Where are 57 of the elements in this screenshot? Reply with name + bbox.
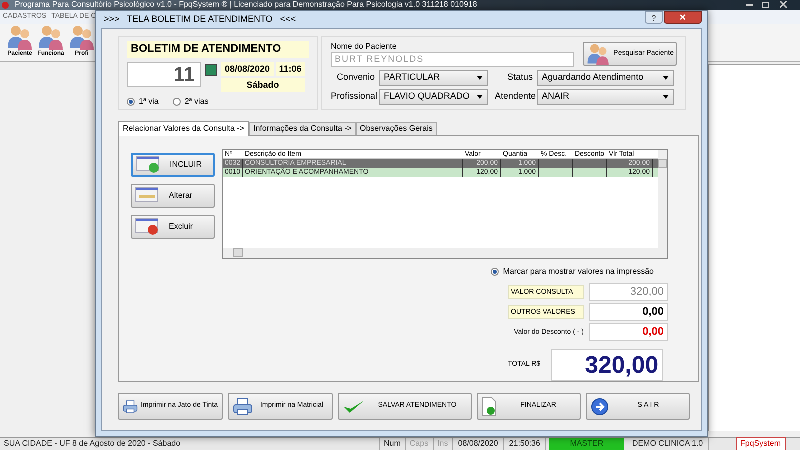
document-check-icon — [482, 396, 498, 416]
field-label: Nome do Paciente — [331, 42, 398, 52]
status-key: Num — [380, 438, 406, 450]
people-icon — [37, 24, 65, 50]
close-button[interactable]: × — [664, 11, 702, 24]
form-heading: BOLETIM DE ATENDIMENTO — [127, 41, 309, 58]
status-brand: FpqSystem — [736, 437, 786, 450]
value-field: 320,00 — [589, 283, 668, 301]
dropdown[interactable]: Aguardando Atendimento — [537, 70, 674, 86]
record-number: 11 — [127, 62, 201, 87]
form-delete-icon — [135, 218, 161, 236]
status-text: SUA CIDADE - UF 8 de Agosto de 2020 - Sábado — [0, 438, 380, 450]
action-button[interactable]: INCLUIR — [131, 153, 215, 177]
date-field: 08/08/2020 — [221, 62, 274, 76]
radio-option[interactable]: 2ª vias — [172, 96, 209, 108]
printer-icon — [123, 398, 138, 416]
app-logo-icon — [2, 2, 9, 8]
vertical-scrollbar[interactable] — [658, 150, 667, 251]
dropdown-arrow-icon — [477, 95, 483, 99]
dropdown[interactable]: ANAIR — [537, 89, 674, 105]
dropdown-arrow-icon — [663, 95, 669, 99]
field-label: Profissional — [331, 90, 375, 104]
dialog-title: >>> TELA BOLETIM DE ATENDIMENTO <<< — [104, 12, 296, 26]
total-value: 320,00 — [550, 349, 663, 381]
status-user: MASTER — [549, 438, 624, 450]
horizontal-scrollbar[interactable] — [223, 248, 667, 258]
status-key: Caps — [406, 438, 434, 450]
value-field: 0,00 — [589, 323, 668, 341]
dropdown[interactable]: PARTICULAR — [379, 70, 488, 86]
value-field: 0,00 — [589, 303, 668, 321]
window-title: Programa Para Consultório Psicológico v1.0 - FpqSystem ® | Licenciado para Demonstração Para Psicologia v1.0 311218 010918 — [15, 0, 478, 10]
form-add-icon — [136, 156, 162, 174]
time-field: 11:06 — [276, 62, 305, 76]
people-icon — [68, 24, 96, 50]
status-text: 08/08/2020 — [453, 438, 504, 450]
dropdown-arrow-icon — [663, 76, 669, 80]
tab[interactable]: Informações da Consulta -> — [249, 122, 356, 135]
printer-icon — [233, 398, 253, 416]
status-key: Ins — [434, 438, 454, 450]
people-icon — [6, 24, 34, 50]
tab[interactable]: Relacionar Valores da Consulta -> — [118, 121, 250, 136]
arrow-right-icon — [591, 398, 609, 416]
status-text: 21:50:36 — [504, 438, 546, 450]
action-button[interactable]: Excluir — [131, 215, 215, 239]
action-button[interactable]: Alterar — [131, 184, 215, 208]
dropdown-arrow-icon — [477, 76, 483, 80]
tab[interactable]: Observações Gerais — [356, 122, 437, 135]
radio-option[interactable]: 1ª via — [127, 96, 159, 108]
status-text: DEMO CLINICA 1.0 — [627, 438, 710, 450]
field-label: Status — [506, 71, 533, 84]
dropdown[interactable]: FLAVIO QUADRADO — [379, 89, 488, 105]
field-label: Convenio — [336, 71, 375, 84]
field-label: Atendente — [495, 90, 533, 104]
weekday-field: Sábado — [221, 78, 305, 92]
help-button[interactable]: ? — [645, 11, 663, 24]
form-edit-icon — [135, 187, 161, 205]
print-values-option[interactable]: Marcar para mostrar valores na impressão — [491, 266, 654, 278]
